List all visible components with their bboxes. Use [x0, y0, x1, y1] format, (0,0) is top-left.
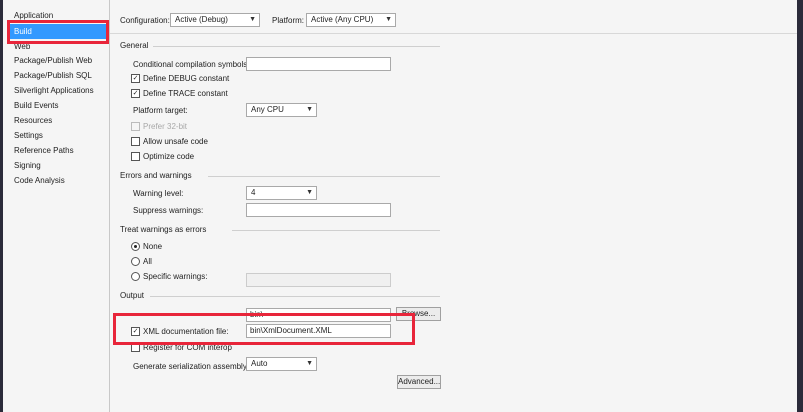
section-rule [150, 296, 440, 297]
prefer-32bit-checkbox[interactable] [131, 122, 140, 131]
chevron-down-icon: ▼ [249, 16, 256, 23]
conditional-symbols-input[interactable] [246, 57, 391, 71]
sidebar-item-reference-paths[interactable]: Reference Paths [14, 144, 74, 158]
sidebar-item-silverlight-applications[interactable]: Silverlight Applications [14, 84, 94, 98]
xml-doc-highlight-box [113, 313, 415, 345]
general-section-header: General [120, 41, 149, 50]
allow-unsafe-label: Allow unsafe code [143, 137, 208, 146]
configuration-label: Configuration: [120, 16, 170, 25]
sidebar-item-package-publish-sql[interactable]: Package/Publish SQL [14, 69, 92, 83]
optimize-label: Optimize code [143, 152, 195, 161]
optimize-checkbox[interactable] [131, 152, 140, 161]
treat-none-radio[interactable] [131, 242, 140, 251]
serialization-dropdown[interactable]: Auto ▼ [246, 357, 317, 371]
prefer-32bit-label: Prefer 32-bit [143, 122, 188, 131]
chevron-down-icon: ▼ [306, 189, 313, 196]
suppress-warnings-input[interactable] [246, 203, 391, 217]
treat-specific-radio[interactable] [131, 272, 140, 281]
sidebar: Application Build Web Package/Publish We… [3, 0, 109, 412]
treat-none-label: None [143, 242, 163, 251]
define-debug-label: Define DEBUG constant [143, 74, 230, 83]
treat-all-label: All [143, 257, 152, 266]
treat-all-radio[interactable] [131, 257, 140, 266]
sidebar-item-settings[interactable]: Settings [14, 129, 43, 143]
configuration-dropdown[interactable]: Active (Debug) ▼ [170, 13, 260, 27]
warning-level-label: Warning level: [133, 189, 184, 198]
serialization-label: Generate serialization assembly: [133, 362, 250, 371]
output-section-header: Output [120, 291, 145, 300]
build-properties-panel: Configuration: Active (Debug) ▼ Platform… [110, 0, 797, 412]
define-trace-label: Define TRACE constant [143, 89, 228, 98]
treat-warnings-section-header: Treat warnings as errors [120, 225, 207, 234]
conditional-symbols-label: Conditional compilation symbols: [133, 60, 250, 69]
errors-section-header: Errors and warnings [120, 171, 192, 180]
section-rule [208, 176, 440, 177]
allow-unsafe-checkbox[interactable] [131, 137, 140, 146]
build-highlight-box [7, 20, 109, 44]
section-rule [153, 46, 440, 47]
sidebar-item-package-publish-web[interactable]: Package/Publish Web [14, 54, 92, 68]
warning-level-dropdown[interactable]: 4 ▼ [246, 186, 317, 200]
platform-target-value: Any CPU [251, 105, 284, 114]
sidebar-item-build-events[interactable]: Build Events [14, 99, 58, 113]
platform-target-label: Platform target: [133, 106, 188, 115]
suppress-warnings-label: Suppress warnings: [133, 206, 204, 215]
window-right-edge [797, 0, 803, 412]
sidebar-item-code-analysis[interactable]: Code Analysis [14, 174, 65, 188]
configuration-value: Active (Debug) [175, 15, 228, 24]
treat-specific-label: Specific warnings: [143, 272, 208, 281]
serialization-value: Auto [251, 359, 268, 368]
toolbar-divider [110, 33, 797, 34]
radio-selected-dot [134, 245, 137, 248]
platform-dropdown[interactable]: Active (Any CPU) ▼ [306, 13, 396, 27]
section-rule [232, 230, 440, 231]
platform-target-dropdown[interactable]: Any CPU ▼ [246, 103, 317, 117]
chevron-down-icon: ▼ [306, 106, 313, 113]
platform-label: Platform: [272, 16, 305, 25]
chevron-down-icon: ▼ [385, 16, 392, 23]
sidebar-item-resources[interactable]: Resources [14, 114, 52, 128]
chevron-down-icon: ▼ [306, 360, 313, 367]
define-debug-checkbox[interactable]: ✓ [131, 74, 140, 83]
specific-warnings-input[interactable] [246, 273, 391, 287]
define-trace-checkbox[interactable]: ✓ [131, 89, 140, 98]
warning-level-value: 4 [251, 188, 256, 197]
sidebar-item-signing[interactable]: Signing [14, 159, 41, 173]
platform-value: Active (Any CPU) [311, 15, 374, 24]
advanced-button[interactable]: Advanced... [397, 375, 441, 389]
